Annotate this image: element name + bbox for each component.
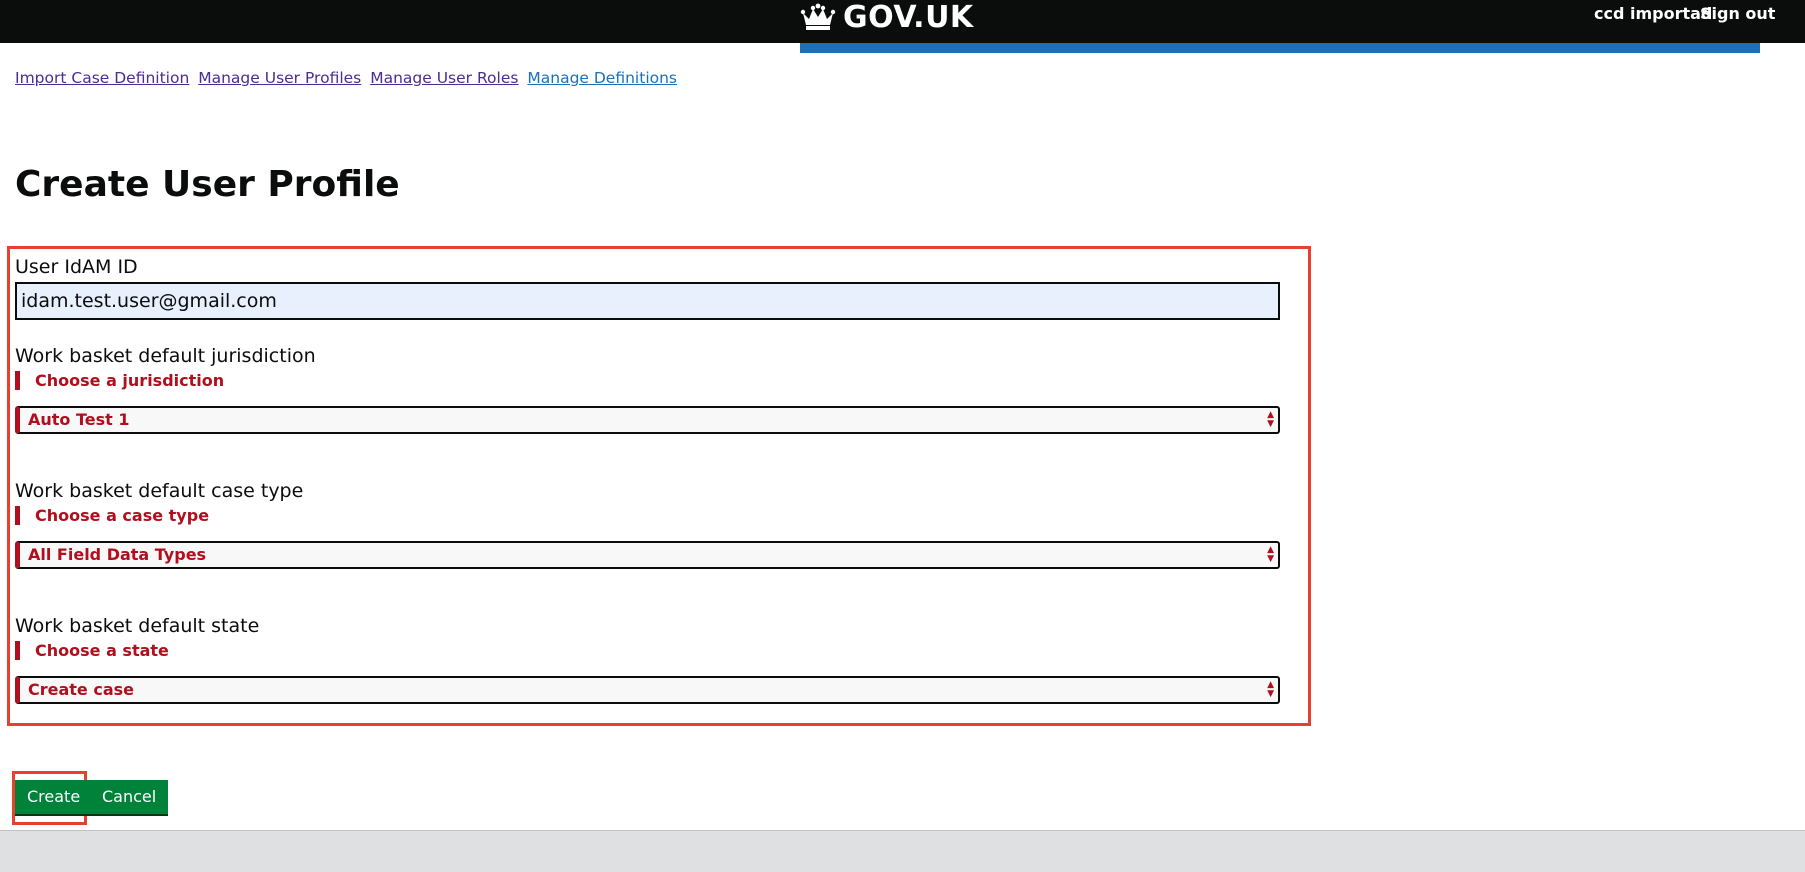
state-selected-value: Create case bbox=[28, 680, 135, 699]
idam-id-input[interactable] bbox=[15, 282, 1280, 320]
select-arrows-icon: ▲ ▼ bbox=[1267, 410, 1274, 429]
page-footer bbox=[0, 830, 1805, 872]
jurisdiction-select[interactable]: Auto Test 1 ▲ ▼ bbox=[15, 406, 1280, 434]
jurisdiction-error: Choose a jurisdiction bbox=[15, 371, 224, 390]
sign-out-link[interactable]: Sign out bbox=[1700, 4, 1775, 23]
nav-manage-user-roles[interactable]: Manage User Roles bbox=[370, 69, 518, 87]
select-arrows-icon: ▲ ▼ bbox=[1267, 680, 1274, 699]
cancel-button[interactable]: Cancel bbox=[90, 780, 169, 814]
nav-import-case-definition[interactable]: Import Case Definition bbox=[15, 69, 189, 87]
case-type-select[interactable]: All Field Data Types ▲ ▼ bbox=[15, 541, 1280, 569]
idam-id-label: User IdAM ID bbox=[15, 256, 138, 278]
state-error: Choose a state bbox=[15, 641, 169, 660]
select-arrows-icon: ▲ ▼ bbox=[1267, 545, 1274, 564]
case-type-error: Choose a case type bbox=[15, 506, 209, 525]
page-title: Create User Profile bbox=[15, 164, 400, 205]
create-button[interactable]: Create bbox=[15, 780, 93, 814]
user-name: ccd importad bbox=[1594, 4, 1713, 23]
admin-nav: Import Case Definition Manage User Profi… bbox=[15, 69, 681, 87]
jurisdiction-label: Work basket default jurisdiction bbox=[15, 345, 316, 367]
brand-text: GOV.UK bbox=[843, 0, 974, 35]
nav-manage-user-profiles[interactable]: Manage User Profiles bbox=[198, 69, 361, 87]
govuk-logo[interactable]: GOV.UK bbox=[800, 0, 974, 35]
state-select[interactable]: Create case ▲ ▼ bbox=[15, 676, 1280, 704]
site-header: GOV.UK ccd importad Sign out bbox=[0, 0, 1805, 43]
state-label: Work basket default state bbox=[15, 615, 260, 637]
header-accent-bar bbox=[800, 43, 1760, 53]
crown-icon bbox=[800, 3, 836, 30]
nav-manage-definitions[interactable]: Manage Definitions bbox=[527, 69, 677, 87]
jurisdiction-selected-value: Auto Test 1 bbox=[28, 410, 130, 429]
case-type-selected-value: All Field Data Types bbox=[28, 545, 207, 564]
case-type-label: Work basket default case type bbox=[15, 480, 304, 502]
